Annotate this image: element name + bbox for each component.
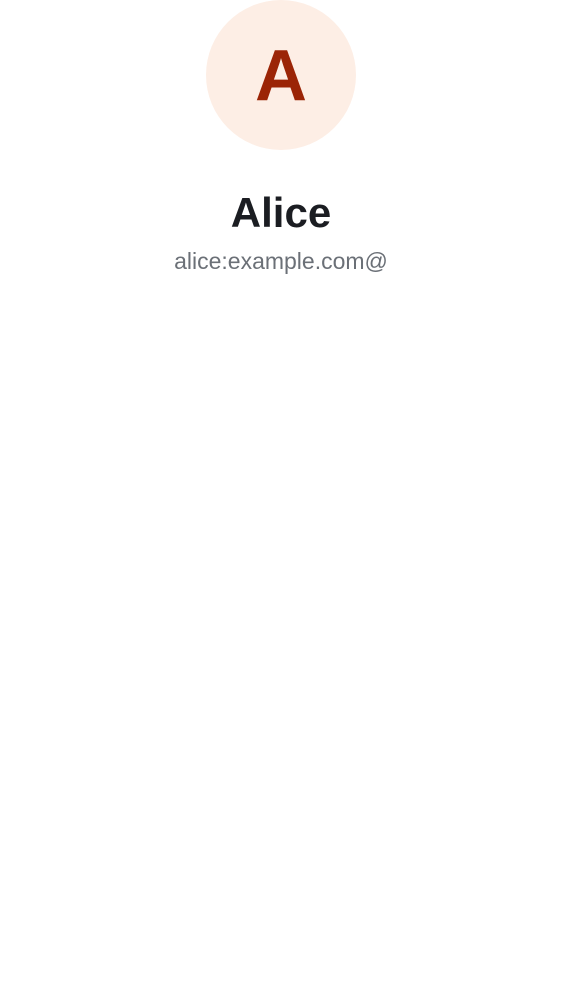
display-name: Alice xyxy=(230,189,332,236)
user-id: alice:example.com@ xyxy=(174,248,388,275)
avatar[interactable]: A xyxy=(206,0,356,150)
user-profile: A Alice alice:example.com@ xyxy=(0,0,562,1000)
avatar-initial: A xyxy=(255,36,307,116)
